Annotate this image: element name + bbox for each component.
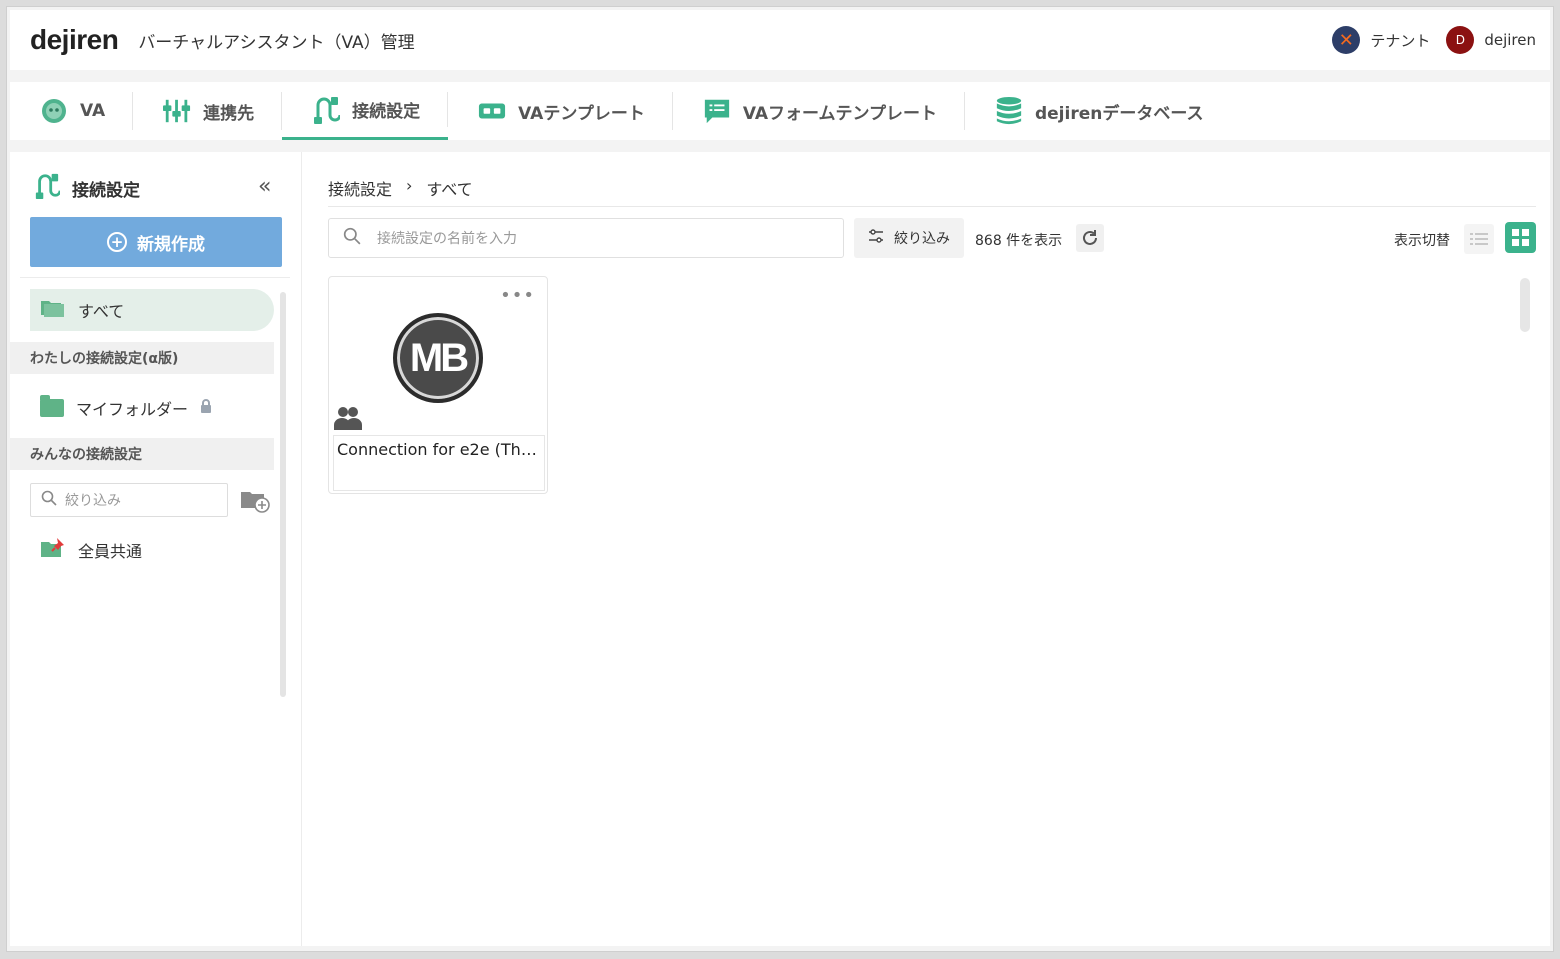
search-input[interactable]: 接続設定の名前を入力 — [328, 218, 844, 258]
new-create-button[interactable]: + 新規作成 — [30, 217, 282, 267]
database-icon — [995, 97, 1023, 125]
form-template-icon — [703, 97, 731, 125]
breadcrumb-separator: › — [406, 176, 413, 195]
connection-icon — [312, 96, 341, 124]
tab-integrations[interactable]: 連携先 — [133, 82, 283, 140]
tab-va-templates[interactable]: VAテンプレート — [448, 82, 673, 140]
sidebar-item-shared-all[interactable]: 全員共通 — [40, 537, 142, 563]
template-icon — [478, 97, 506, 125]
filter-label: 絞り込み — [894, 231, 950, 247]
connection-icon — [34, 172, 62, 205]
content-scrollbar[interactable] — [1520, 278, 1530, 332]
refresh-icon[interactable] — [1076, 224, 1104, 252]
tab-label: dejirenデータベース — [1034, 103, 1204, 124]
dejiren-logo[interactable]: dejiren — [30, 24, 119, 56]
sidebar-scrollbar[interactable] — [280, 292, 286, 697]
breadcrumb-root[interactable]: 接続設定 — [328, 176, 392, 200]
main-panel: 接続設定 « + 新規作成 すべて わたしの接続設定(α版) マイフォルダー み… — [10, 152, 1550, 946]
section-shared-connections: みんなの接続設定 — [10, 438, 274, 470]
tenant-label[interactable]: テナント — [1370, 30, 1430, 51]
sidebar-item-all[interactable]: すべて — [30, 289, 274, 331]
grid-view-icon[interactable] — [1505, 222, 1536, 253]
folder-icon — [40, 395, 64, 417]
tab-va[interactable]: VA — [10, 82, 134, 140]
breadcrumb: 接続設定 › すべて — [328, 176, 473, 200]
content-area: 接続設定 › すべて 接続設定の名前を入力 絞り込み 868 件を表示 表示切替 — [328, 152, 1536, 946]
search-icon — [41, 490, 57, 510]
lock-icon — [200, 398, 212, 418]
user-name[interactable]: dejiren — [1484, 31, 1536, 49]
search-icon — [343, 227, 361, 249]
sidebar-item-label: すべて — [78, 302, 125, 321]
more-options-icon[interactable]: ••• — [500, 285, 535, 306]
section-my-connections: わたしの接続設定(α版) — [10, 342, 274, 374]
tab-label: VA — [80, 101, 106, 121]
integration-icon — [163, 97, 191, 125]
tab-connections[interactable]: 接続設定 — [282, 82, 449, 140]
sliders-icon — [868, 229, 884, 247]
plus-icon: + — [107, 232, 127, 252]
add-folder-icon[interactable] — [240, 488, 270, 518]
sidebar-title: 接続設定 — [72, 181, 140, 201]
sidebar-item-label: 全員共通 — [78, 542, 143, 561]
header-right: ✕ テナント D dejiren — [1332, 26, 1536, 54]
tab-label: 連携先 — [203, 103, 255, 124]
tab-label: 接続設定 — [352, 102, 421, 122]
shared-users-icon — [334, 405, 362, 435]
view-toggle-label: 表示切替 — [1394, 233, 1450, 249]
main-tabs: VA 連携先 接続設定 VAテンプレート VAフォームテンプレート dejire… — [10, 82, 1550, 140]
new-create-label: 新規作成 — [137, 234, 205, 255]
filter-button[interactable]: 絞り込み — [854, 218, 964, 258]
connection-logo: MB — [393, 313, 483, 403]
va-bot-icon — [40, 97, 68, 125]
tab-label: VAフォームテンプレート — [742, 103, 937, 124]
connection-card[interactable]: ••• MB Connection for e2e (Th… — [328, 276, 548, 494]
filter-placeholder: 絞り込み — [65, 493, 121, 509]
connection-name: Connection for e2e (Th… — [333, 435, 545, 491]
breadcrumb-current: すべて — [426, 180, 473, 199]
sidebar: 接続設定 « + 新規作成 すべて わたしの接続設定(α版) マイフォルダー み… — [10, 152, 302, 946]
divider — [20, 277, 290, 278]
folder-filter-input[interactable]: 絞り込み — [30, 483, 228, 517]
folder-stack-icon — [40, 298, 66, 322]
tenant-icon[interactable]: ✕ — [1332, 26, 1361, 54]
result-count: 868 件を表示 — [975, 233, 1063, 249]
sidebar-header: 接続設定 — [34, 172, 140, 205]
tab-database[interactable]: dejirenデータベース — [965, 82, 1232, 140]
search-placeholder: 接続設定の名前を入力 — [377, 231, 517, 247]
tab-label: VAテンプレート — [518, 103, 645, 124]
collapse-sidebar-icon[interactable]: « — [258, 174, 271, 199]
sidebar-item-label: マイフォルダー — [76, 400, 189, 419]
avatar[interactable]: D — [1446, 26, 1475, 54]
tab-va-form-templates[interactable]: VAフォームテンプレート — [673, 82, 966, 140]
top-header: dejiren バーチャルアシスタント（VA）管理 ✕ テナント D dejir… — [10, 10, 1550, 70]
app-title: バーチャルアシスタント（VA）管理 — [138, 32, 415, 53]
divider — [328, 206, 1536, 207]
list-view-icon[interactable] — [1464, 224, 1494, 254]
pinned-folder-icon — [40, 537, 66, 563]
sidebar-item-my-folder[interactable]: マイフォルダー — [40, 395, 212, 420]
